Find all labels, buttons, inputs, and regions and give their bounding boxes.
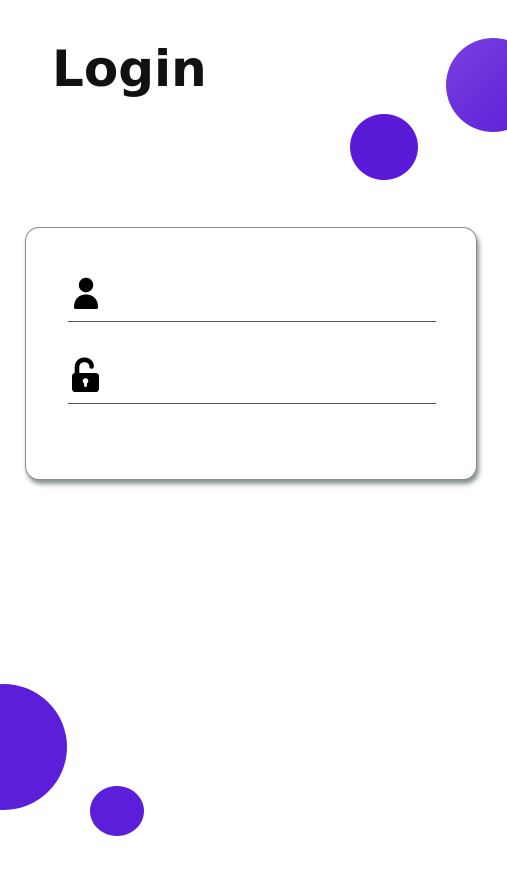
unlock-icon bbox=[68, 356, 104, 394]
password-input[interactable] bbox=[116, 356, 428, 394]
page-title: Login bbox=[52, 40, 207, 98]
login-card bbox=[25, 227, 477, 480]
username-field[interactable] bbox=[68, 270, 436, 322]
decorative-purple-circle-bottom-small bbox=[90, 786, 144, 836]
password-field[interactable] bbox=[68, 352, 436, 404]
decorative-purple-circle-bottom-left bbox=[0, 684, 67, 810]
username-input[interactable] bbox=[116, 274, 428, 312]
login-screen: Login bbox=[0, 0, 507, 875]
user-icon bbox=[68, 274, 104, 312]
decorative-purple-circle-top-small bbox=[350, 114, 418, 180]
decorative-purple-circle-top-right bbox=[446, 38, 507, 132]
